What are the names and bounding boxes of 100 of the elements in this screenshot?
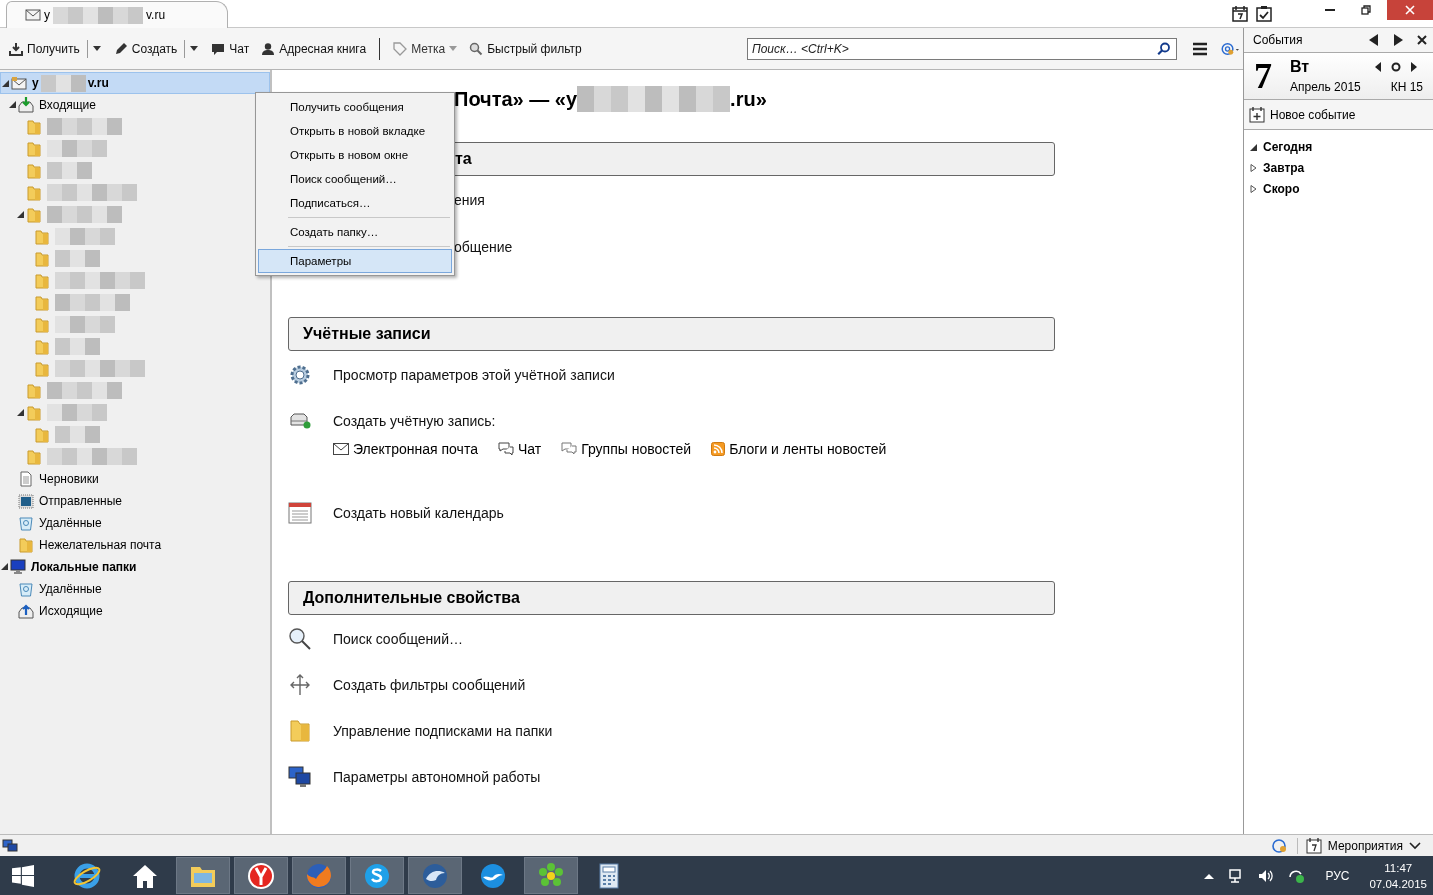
action-link[interactable]: Просмотр параметров этой учётной записи: [333, 363, 615, 387]
action-link[interactable]: Параметры автономной работы: [333, 765, 541, 789]
folder-row[interactable]: Отправленные: [0, 490, 270, 512]
today-icon[interactable]: [1391, 62, 1401, 72]
folder-name: Черновики: [39, 471, 99, 486]
folder-icon: [18, 536, 34, 553]
action-link[interactable]: ения: [454, 188, 485, 212]
section-title: Дополнительные свойства: [303, 589, 520, 607]
sync-icon[interactable]: [1288, 867, 1307, 884]
caret-icon: [449, 46, 458, 51]
inbox-icon: [18, 96, 34, 113]
toolbar-button[interactable]: Метка: [388, 39, 463, 58]
close-button[interactable]: [1387, 0, 1433, 20]
speech-bubble-icon: [211, 41, 226, 56]
taskbar-app[interactable]: [234, 857, 288, 894]
new-event-button[interactable]: Новое событие: [1244, 100, 1433, 130]
account-type-link[interactable]: Блоги и ленты новостей: [711, 441, 887, 457]
account-tab[interactable]: y v.ru: [6, 1, 228, 28]
folder-row[interactable]: Нежелательная почта: [0, 534, 270, 556]
action-link[interactable]: Создать учётную запись:: [333, 409, 887, 433]
folder-row[interactable]: y v.ru: [0, 72, 270, 94]
expander-icon[interactable]: [8, 101, 16, 108]
folder-icon: [26, 404, 42, 421]
folder-row[interactable]: Удалённые: [0, 578, 270, 600]
menu-item[interactable]: Создать папку…: [258, 220, 452, 244]
folder-row[interactable]: Черновики: [0, 468, 270, 490]
pencil-icon: [113, 41, 128, 56]
close-icon: [1405, 5, 1415, 15]
account-type-link[interactable]: Группы новостей: [561, 441, 692, 457]
menu-item[interactable]: Открыть в новом окне: [258, 143, 452, 167]
action-link[interactable]: Создать фильтры сообщений: [333, 673, 526, 697]
previous-day-icon[interactable]: [1375, 62, 1381, 72]
folder-name: Входящие: [39, 97, 96, 112]
search-field[interactable]: Поиск… <Ctrl+K>: [747, 37, 1177, 60]
offline-status-icon[interactable]: [2, 838, 18, 853]
at-sign-icon[interactable]: [1270, 837, 1289, 854]
taskbar-app[interactable]: [350, 857, 404, 894]
next-icon[interactable]: [1393, 34, 1403, 46]
event-group[interactable]: Сегодня: [1244, 136, 1433, 157]
expander-icon[interactable]: [1250, 163, 1257, 172]
chevron-down-icon: [1409, 841, 1421, 850]
expander-icon[interactable]: [0, 563, 8, 570]
chat-bubbles-icon: [497, 442, 514, 456]
taskbar-app[interactable]: [408, 857, 462, 894]
tag-icon: [393, 41, 408, 56]
expander-icon[interactable]: [1, 79, 9, 87]
document-icon: [18, 470, 34, 487]
folder-name: v.ru: [87, 76, 109, 90]
folder-row[interactable]: Исходящие: [0, 600, 270, 622]
tasks-icon[interactable]: [1255, 5, 1273, 23]
next-day-icon[interactable]: [1411, 62, 1417, 72]
action-link[interactable]: Поиск сообщений…: [333, 627, 463, 651]
expander-icon[interactable]: [16, 409, 24, 416]
folder-icon: [34, 272, 50, 289]
previous-icon[interactable]: [1369, 34, 1379, 46]
dropdown-caret-icon[interactable]: [190, 46, 199, 51]
menu-item[interactable]: Параметры: [258, 249, 452, 273]
toolbar-button[interactable]: Чат: [206, 39, 255, 58]
week-number: КН 15: [1390, 80, 1423, 94]
folder-row[interactable]: Локальные папки: [0, 556, 270, 578]
language-indicator[interactable]: РУС: [1325, 868, 1350, 883]
toolbar-button[interactable]: Создать: [108, 39, 183, 58]
menu-item[interactable]: Поиск сообщений…: [258, 167, 452, 191]
action-link[interactable]: общение: [454, 235, 513, 259]
close-icon[interactable]: [1417, 34, 1427, 46]
calendar-icon[interactable]: [1231, 5, 1249, 23]
weekday: Вт: [1290, 58, 1310, 76]
toolbar-button[interactable]: Адресная книга: [256, 39, 372, 58]
folder-name: Удалённые: [39, 581, 102, 596]
folder-icon: [34, 316, 50, 333]
event-group[interactable]: Завтра: [1244, 157, 1433, 178]
speech-bubbles-icon: [561, 442, 578, 456]
calendar-icon: [288, 501, 312, 525]
expander-icon[interactable]: [1250, 184, 1257, 193]
toolbar-button[interactable]: Быстрый фильтр: [464, 39, 587, 58]
folder-icon: [26, 140, 42, 157]
folder-row[interactable]: Удалённые: [0, 512, 270, 534]
menu-item[interactable]: Подписаться…: [258, 191, 452, 215]
expander-icon[interactable]: [16, 211, 24, 218]
calendar-plus-icon: [1249, 106, 1265, 123]
folder-name: Нежелательная почта: [39, 537, 162, 552]
clock[interactable]: 11:47 07.04.2015: [1369, 859, 1427, 892]
events-button[interactable]: Мероприятия: [1296, 837, 1421, 854]
action-link[interactable]: Создать новый календарь: [333, 501, 504, 525]
dropdown-caret-icon[interactable]: [92, 46, 101, 51]
chevron-up-icon[interactable]: [1204, 872, 1215, 879]
expander-icon[interactable]: [1250, 142, 1257, 151]
download-icon: [9, 41, 23, 56]
action-link[interactable]: Управление подписками на папки: [333, 719, 553, 743]
folder-name: Отправленные: [39, 493, 122, 508]
folder-name: Локальные папки: [31, 559, 137, 574]
account-type-link[interactable]: Чат: [497, 441, 542, 457]
menu-item[interactable]: Открыть в новой вкладке: [258, 119, 452, 143]
event-group[interactable]: Скоро: [1244, 178, 1433, 199]
computers-icon: [288, 765, 312, 789]
day-number: 7: [1254, 55, 1272, 97]
folder-icon: [26, 184, 42, 201]
toolbar-button[interactable]: Получить: [4, 39, 85, 58]
windows-logo-icon[interactable]: [12, 864, 34, 887]
account-type-link[interactable]: Электронная почта: [333, 441, 478, 457]
